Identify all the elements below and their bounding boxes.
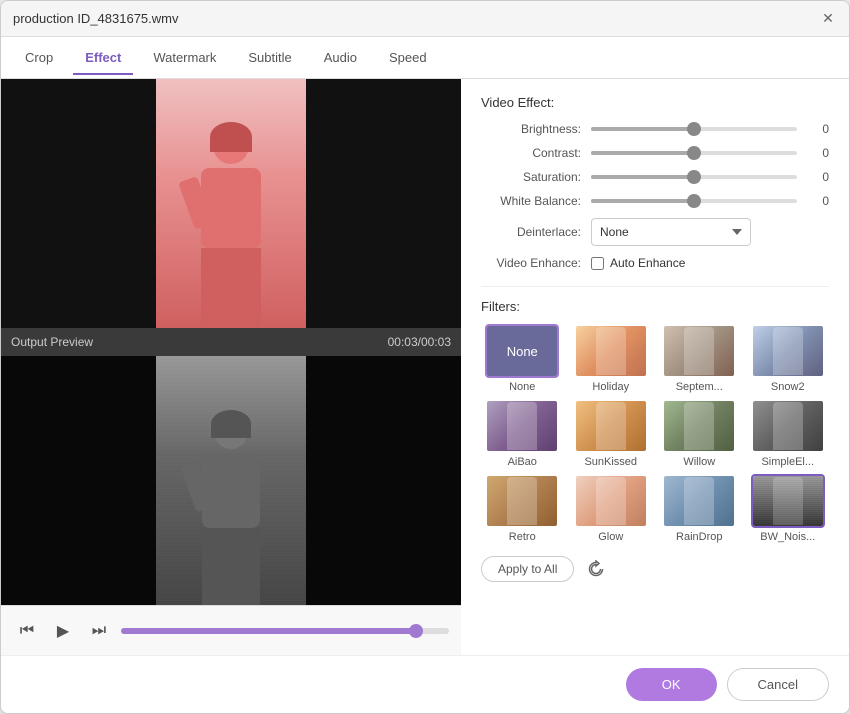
tab-subtitle[interactable]: Subtitle — [236, 42, 303, 75]
saturation-value: 0 — [805, 170, 829, 184]
refresh-button[interactable] — [582, 555, 610, 583]
filter-thumb-bwnoise[interactable] — [751, 474, 825, 528]
filter-thumb-aibao[interactable] — [485, 399, 559, 453]
video-effect-title: Video Effect: — [481, 95, 829, 110]
saturation-slider[interactable] — [591, 175, 797, 179]
controls-bar: ⏮ ▶ ⏭ — [1, 605, 461, 655]
filter-thumb-willow[interactable] — [662, 399, 736, 453]
white-balance-value: 0 — [805, 194, 829, 208]
tab-watermark[interactable]: Watermark — [141, 42, 228, 75]
filter-label-bwnoise: BW_Nois... — [760, 531, 815, 543]
filter-thumb-sunkissed[interactable] — [574, 399, 648, 453]
contrast-row: Contrast: 0 — [481, 146, 829, 160]
auto-enhance-checkbox[interactable] — [591, 257, 604, 270]
apply-row: Apply to All — [481, 555, 829, 583]
progress-track[interactable] — [121, 628, 449, 634]
footer: OK Cancel — [1, 655, 849, 713]
cancel-button[interactable]: Cancel — [727, 668, 829, 701]
filter-aibao[interactable]: AiBao — [481, 399, 564, 468]
filter-label-simpleel: SimpleEl... — [761, 456, 814, 468]
contrast-slider[interactable] — [591, 151, 797, 155]
output-preview-label: Output Preview — [11, 335, 93, 349]
filter-bwnoise[interactable]: BW_Nois... — [747, 474, 830, 543]
filter-thumb-september[interactable] — [662, 324, 736, 378]
preview-main — [1, 79, 461, 328]
refresh-icon — [587, 560, 605, 578]
filter-label-raindrop: RainDrop — [676, 531, 722, 543]
white-balance-label: White Balance: — [481, 194, 591, 208]
filter-label-aibao: AiBao — [508, 456, 537, 468]
filter-label-retro: Retro — [509, 531, 536, 543]
preview-separator: Output Preview 00:03/00:03 — [1, 328, 461, 356]
filter-snow2[interactable]: Snow2 — [747, 324, 830, 393]
deinterlace-label: Deinterlace: — [481, 225, 591, 239]
brightness-row: Brightness: 0 — [481, 122, 829, 136]
content-area: Output Preview 00:03/00:03 — [1, 79, 849, 655]
saturation-row: Saturation: 0 — [481, 170, 829, 184]
filter-sunkissed[interactable]: SunKissed — [570, 399, 653, 468]
close-button[interactable]: ✕ — [819, 10, 837, 28]
filter-thumb-snow2[interactable] — [751, 324, 825, 378]
filter-label-willow: Willow — [683, 456, 715, 468]
title-bar: production ID_4831675.wmv ✕ — [1, 1, 849, 37]
filter-thumb-retro[interactable] — [485, 474, 559, 528]
white-balance-row: White Balance: 0 — [481, 194, 829, 208]
filter-label-none: None — [509, 381, 535, 393]
right-panel: Video Effect: Brightness: 0 Contrast: 0 — [461, 79, 849, 655]
tab-effect[interactable]: Effect — [73, 42, 133, 75]
window-title: production ID_4831675.wmv — [13, 11, 179, 26]
contrast-label: Contrast: — [481, 146, 591, 160]
brightness-label: Brightness: — [481, 122, 591, 136]
auto-enhance-checkbox-label[interactable]: Auto Enhance — [591, 256, 685, 270]
skip-back-button[interactable]: ⏮ — [13, 617, 41, 645]
auto-enhance-label: Auto Enhance — [610, 256, 685, 270]
filter-thumb-raindrop[interactable] — [662, 474, 736, 528]
filter-september[interactable]: Septem... — [658, 324, 741, 393]
filter-raindrop[interactable]: RainDrop — [658, 474, 741, 543]
filter-thumb-none[interactable]: None — [485, 324, 559, 378]
brightness-value: 0 — [805, 122, 829, 136]
video-enhance-label: Video Enhance: — [481, 256, 591, 270]
filter-retro[interactable]: Retro — [481, 474, 564, 543]
filter-label-snow2: Snow2 — [771, 381, 805, 393]
deinterlace-row: Deinterlace: None Bob Blend Mean — [481, 218, 829, 246]
brightness-slider[interactable] — [591, 127, 797, 131]
preview-output — [1, 356, 461, 605]
play-button[interactable]: ▶ — [49, 617, 77, 645]
skip-forward-button[interactable]: ⏭ — [85, 617, 113, 645]
timestamp: 00:03/00:03 — [388, 335, 451, 349]
filter-label-holiday: Holiday — [592, 381, 629, 393]
filter-none[interactable]: None None — [481, 324, 564, 393]
filters-grid: None None Holiday — [481, 324, 829, 543]
filter-label-sunkissed: SunKissed — [584, 456, 637, 468]
filter-holiday[interactable]: Holiday — [570, 324, 653, 393]
tab-speed[interactable]: Speed — [377, 42, 439, 75]
contrast-value: 0 — [805, 146, 829, 160]
progress-thumb[interactable] — [409, 624, 423, 638]
apply-to-all-button[interactable]: Apply to All — [481, 556, 574, 582]
divider — [481, 286, 829, 287]
app-window: production ID_4831675.wmv ✕ Crop Effect … — [0, 0, 850, 714]
tab-bar: Crop Effect Watermark Subtitle Audio Spe… — [1, 37, 849, 79]
filter-willow[interactable]: Willow — [658, 399, 741, 468]
progress-fill — [121, 628, 416, 634]
tab-crop[interactable]: Crop — [13, 42, 65, 75]
white-balance-slider[interactable] — [591, 199, 797, 203]
filter-glow[interactable]: Glow — [570, 474, 653, 543]
tab-audio[interactable]: Audio — [312, 42, 369, 75]
filter-simpleel[interactable]: SimpleEl... — [747, 399, 830, 468]
saturation-label: Saturation: — [481, 170, 591, 184]
filter-label-glow: Glow — [598, 531, 623, 543]
left-panel: Output Preview 00:03/00:03 — [1, 79, 461, 655]
deinterlace-select[interactable]: None Bob Blend Mean — [591, 218, 751, 246]
filter-none-label: None — [507, 344, 538, 359]
filter-label-september: Septem... — [676, 381, 723, 393]
ok-button[interactable]: OK — [626, 668, 717, 701]
filter-thumb-simpleel[interactable] — [751, 399, 825, 453]
filters-title: Filters: — [481, 299, 829, 314]
video-enhance-row: Video Enhance: Auto Enhance — [481, 256, 829, 270]
filter-thumb-holiday[interactable] — [574, 324, 648, 378]
filter-thumb-glow[interactable] — [574, 474, 648, 528]
